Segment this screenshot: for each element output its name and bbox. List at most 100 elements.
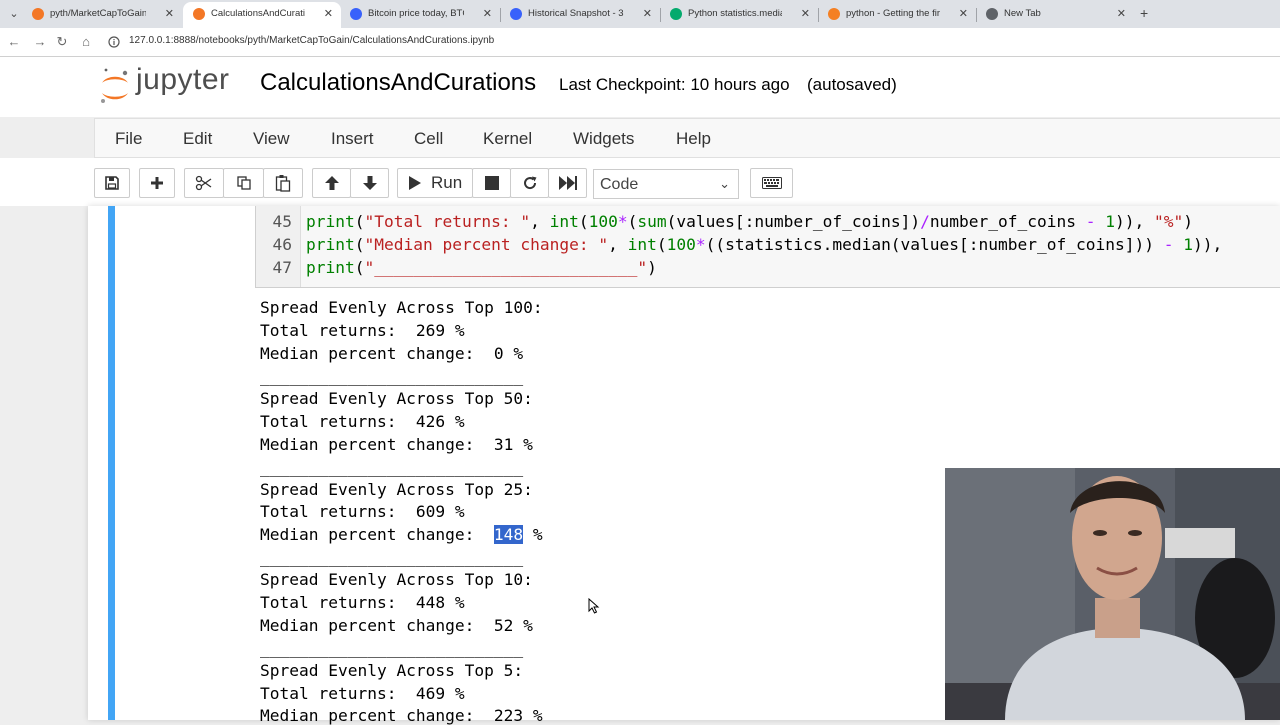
- output-title: Spread Evenly Across Top 25:: [260, 480, 533, 499]
- output-total: Total returns: 426 %: [260, 412, 465, 431]
- interrupt-button[interactable]: [472, 168, 511, 198]
- cut-button[interactable]: [184, 168, 224, 198]
- paste-button[interactable]: [263, 168, 303, 198]
- tab-search-icon[interactable]: ⌄: [4, 4, 24, 24]
- browser-tab-5[interactable]: Python statistics.median() Meth ✕: [660, 2, 818, 28]
- restart-button[interactable]: [510, 168, 549, 198]
- home-icon[interactable]: ⌂: [76, 32, 96, 52]
- code-cell-input[interactable]: 45 46 47 print("Total returns: ", int(10…: [255, 206, 1280, 288]
- output-total: Total returns: 269 %: [260, 321, 465, 340]
- tab-title: Bitcoin price today, BTC to USD: [368, 8, 464, 19]
- median-value: 31: [493, 435, 514, 454]
- autosave-status: (autosaved): [807, 75, 897, 94]
- close-tab-icon[interactable]: ✕: [643, 2, 652, 26]
- output-total: Total returns: 609 %: [260, 502, 465, 521]
- jupyter-favicon-icon: [193, 8, 205, 20]
- browser-tab-1[interactable]: pyth/MarketCapToGain/ ✕: [22, 2, 182, 28]
- median-value: 52: [493, 616, 514, 635]
- info-icon[interactable]: [108, 36, 120, 48]
- line-number: 45: [272, 212, 293, 231]
- jupyter-header: jupyter CalculationsAndCurations Last Ch…: [0, 57, 1280, 117]
- code-line: print("___________________________"): [306, 258, 657, 277]
- output-title: Spread Evenly Across Top 100:: [260, 298, 543, 317]
- jupyter-logo-text: jupyter: [136, 63, 230, 96]
- menu-file[interactable]: File: [115, 129, 142, 149]
- forward-icon[interactable]: →: [30, 32, 50, 52]
- new-tab-icon[interactable]: +: [1140, 5, 1148, 21]
- keyboard-icon: [761, 177, 782, 189]
- move-up-button[interactable]: [312, 168, 351, 198]
- arrow-up-icon: [324, 176, 339, 190]
- output-median: Median percent change: 223 %: [260, 706, 543, 725]
- webcam-person-image: [945, 468, 1280, 720]
- stackoverflow-favicon-icon: [828, 8, 840, 20]
- cell-type-select[interactable]: Code ⌄: [593, 169, 739, 199]
- restart-icon: [523, 176, 536, 190]
- output-median: Median percent change: 31 %: [260, 435, 533, 454]
- reload-icon[interactable]: ↻: [52, 32, 72, 52]
- menu-widgets[interactable]: Widgets: [573, 129, 634, 149]
- menu-edit[interactable]: Edit: [183, 129, 212, 149]
- output-median: Median percent change: 0 %: [260, 344, 524, 363]
- close-tab-icon[interactable]: ✕: [1117, 2, 1126, 26]
- close-tab-icon[interactable]: ✕: [324, 2, 333, 26]
- arrow-down-icon: [362, 176, 377, 190]
- restart-run-all-button[interactable]: [548, 168, 587, 198]
- menu-help[interactable]: Help: [676, 129, 711, 149]
- tab-title: Historical Snapshot - 31 Decem: [528, 8, 624, 19]
- median-value: 223: [493, 706, 524, 725]
- coinmarketcap-favicon-icon: [510, 8, 522, 20]
- tab-title: Python statistics.median() Meth: [688, 8, 782, 19]
- median-value: 0: [493, 344, 504, 363]
- output-total: Total returns: 448 %: [260, 593, 465, 612]
- menu-cell[interactable]: Cell: [414, 129, 443, 149]
- url-input[interactable]: 127.0.0.1:8888/notebooks/pyth/MarketCapT…: [129, 35, 494, 46]
- browser-tab-7[interactable]: New Tab ✕: [976, 2, 1134, 28]
- browser-tab-3[interactable]: Bitcoin price today, BTC to USD ✕: [340, 2, 500, 28]
- command-palette-button[interactable]: [750, 168, 793, 198]
- insert-cell-button[interactable]: [139, 168, 175, 198]
- output-separator: ___________________________: [260, 367, 524, 386]
- chevron-down-icon: ⌄: [719, 176, 730, 191]
- line-number: 46: [272, 235, 293, 254]
- output-separator: ___________________________: [260, 458, 524, 477]
- close-tab-icon[interactable]: ✕: [959, 2, 968, 26]
- address-bar: ← → ↻ ⌂ 127.0.0.1:8888/notebooks/pyth/Ma…: [0, 28, 1280, 57]
- close-tab-icon[interactable]: ✕: [801, 2, 810, 26]
- menu-view[interactable]: View: [253, 129, 290, 149]
- menubar: File Edit View Insert Cell Kernel Widget…: [94, 118, 1280, 158]
- line-number: 47: [272, 258, 293, 277]
- stop-icon: [484, 176, 499, 190]
- tab-title: python - Getting the first x item: [846, 8, 940, 19]
- save-icon: [105, 176, 119, 190]
- run-button[interactable]: Run: [397, 168, 473, 198]
- browser-tab-6[interactable]: python - Getting the first x item ✕: [818, 2, 976, 28]
- close-tab-icon[interactable]: ✕: [483, 2, 492, 26]
- output-title: Spread Evenly Across Top 5:: [260, 661, 524, 680]
- run-icon: [409, 176, 421, 190]
- plus-icon: [151, 177, 163, 189]
- move-down-button[interactable]: [350, 168, 389, 198]
- chrome-favicon-icon: [986, 8, 998, 20]
- browser-tab-4[interactable]: Historical Snapshot - 31 Decem ✕: [500, 2, 660, 28]
- code-line: print("Total returns: ", int(100*(sum(va…: [306, 212, 1193, 231]
- output-separator: ___________________________: [260, 639, 524, 658]
- back-icon[interactable]: ←: [4, 32, 24, 52]
- save-button[interactable]: [94, 168, 130, 198]
- code-line: print("Median percent change: ", int(100…: [306, 235, 1223, 254]
- browser-tab-2[interactable]: CalculationsAndCurations - Jup ✕: [183, 2, 341, 28]
- menu-insert[interactable]: Insert: [331, 129, 374, 149]
- tab-title: pyth/MarketCapToGain/: [50, 8, 146, 19]
- menu-kernel[interactable]: Kernel: [483, 129, 532, 149]
- output-median: Median percent change: 52 %: [260, 616, 533, 635]
- copy-button[interactable]: [223, 168, 264, 198]
- notebook-name[interactable]: CalculationsAndCurations: [260, 69, 536, 97]
- webcam-overlay: [945, 468, 1280, 720]
- output-median: Median percent change: 148 %: [260, 525, 543, 544]
- cell-type-value: Code: [600, 176, 639, 193]
- output-separator: ___________________________: [260, 548, 524, 567]
- close-tab-icon[interactable]: ✕: [165, 2, 174, 26]
- checkpoint-status: Last Checkpoint: 10 hours ago: [559, 75, 790, 94]
- cut-icon: [195, 175, 212, 191]
- fast-forward-icon: [558, 176, 577, 190]
